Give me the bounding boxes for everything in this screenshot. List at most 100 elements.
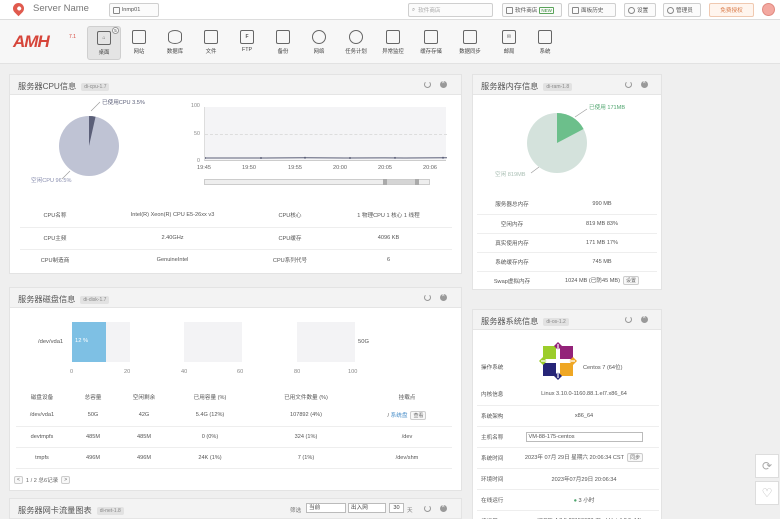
heart-icon[interactable]: ♡ — [755, 481, 779, 505]
net-direction-select[interactable]: 出入网 — [348, 503, 386, 513]
disk-bg-band — [184, 322, 242, 362]
refresh-icon[interactable] — [424, 505, 431, 512]
nav-cron[interactable]: 任务计划 — [338, 26, 374, 60]
nav-desktop[interactable]: 5 ⌂ 桌面 — [87, 26, 121, 60]
disk-total-label: 50G — [358, 339, 369, 345]
cpu-line-chart — [204, 107, 447, 161]
refresh-icon[interactable] — [424, 81, 431, 88]
scroll-handle-left[interactable] — [383, 179, 387, 185]
nav-mail[interactable]: ✉ 邮局 — [492, 26, 526, 60]
search-box[interactable]: ⌕ 软件商店 — [408, 3, 493, 17]
view-disk-button[interactable]: 查看 — [410, 410, 427, 420]
close-icon[interactable] — [440, 80, 447, 88]
cpu-used-leader — [90, 101, 101, 112]
system-icon — [538, 30, 552, 44]
nav-backup[interactable]: 备份 — [266, 26, 300, 60]
cpu-point — [205, 157, 206, 159]
cpu-x-tick-3: 20:00 — [333, 165, 347, 171]
net-panel-title: 服务器网卡流量图表 di-net-1.8 — [18, 504, 124, 516]
pager-next-button[interactable]: > — [61, 476, 71, 484]
database-icon — [168, 30, 182, 44]
disk-bg-band — [297, 322, 355, 362]
check-icon: ● — [573, 497, 577, 504]
time-sync-button[interactable]: 同步 — [627, 453, 644, 462]
mem-free-label: 空闲 819MB — [495, 172, 526, 178]
user-icon — [667, 6, 674, 14]
centos-logo-icon — [539, 342, 577, 380]
host-tab[interactable]: lnmp01 — [109, 3, 159, 17]
refresh-icon[interactable] — [424, 294, 431, 301]
nav-sync[interactable]: 数据同步 — [452, 26, 488, 60]
disk-x-tick-80: 80 — [294, 369, 301, 375]
nav-monitor[interactable]: 异常监控 — [375, 26, 411, 60]
panel-history-button[interactable]: 面板历史 — [568, 3, 616, 17]
avatar[interactable] — [762, 3, 775, 16]
nav-files[interactable]: 文件 — [194, 26, 228, 60]
memory-panel-header: 服务器内存信息 di-ram-1.8 — [473, 75, 661, 95]
notification-badge: 5 — [112, 27, 119, 34]
swap-settings-button[interactable]: 设置 — [623, 276, 640, 286]
cpu-point — [394, 156, 396, 159]
disk-panel-header: 服务器磁盘信息 di-disk-1.7 — [10, 288, 461, 308]
home-icon: ⌂ — [97, 31, 111, 45]
cpu-x-tick-2: 19:55 — [288, 165, 302, 171]
memory-panel: 服务器内存信息di-ram-1.8 已使用 171MB 空闲 819MB 服务器… — [472, 74, 662, 290]
amh-logo: AMH — [13, 32, 50, 51]
scroll-handle-right[interactable] — [415, 179, 419, 185]
net-filter-label: 筛选 — [290, 508, 302, 514]
software-store-button[interactable]: 软件商店 NEW — [502, 3, 562, 17]
search-icon: ⌕ — [412, 6, 416, 13]
hostname-input[interactable]: VM-88-175-centos — [525, 431, 643, 442]
disk-x-tick-40: 40 — [181, 369, 188, 375]
store-icon — [506, 6, 513, 14]
nav-system[interactable]: 系统 — [528, 26, 562, 60]
table-header: 磁盘设备 总容量 空闲剩余 已用容量 (%) 已用文件数量 (%) 挂载点 — [30, 395, 416, 401]
pager-prev-button[interactable]: < — [14, 476, 23, 484]
disk-x-tick-60: 60 — [237, 369, 244, 375]
free-license-button[interactable]: 免费授权 — [709, 3, 754, 17]
close-icon[interactable] — [440, 504, 447, 512]
nav-ftp[interactable]: F FTP — [230, 26, 264, 60]
settings-button[interactable]: 设置 — [624, 3, 656, 17]
cpu-point — [304, 156, 306, 159]
refresh-icon[interactable] — [625, 316, 632, 323]
nav-website[interactable]: 网站 — [122, 26, 156, 60]
close-icon[interactable] — [440, 293, 447, 301]
main-nav: AMH 7.1 5 ⌂ 桌面 网站 数据库 文件 F FTP 备份 网络 任务计划 … — [0, 20, 780, 64]
close-icon[interactable] — [641, 80, 648, 88]
net-period-select[interactable]: 当前 — [306, 503, 346, 513]
cpu-x-tick-0: 19:45 — [197, 165, 211, 171]
close-icon[interactable] — [641, 315, 648, 323]
cpu-x-tick-5: 20:06 — [423, 165, 437, 171]
net-count-unit: 天 — [407, 508, 413, 514]
system-disk-link[interactable]: 系统盘 — [391, 413, 408, 419]
scroll-range — [385, 180, 417, 184]
cpu-chart-scrollbar[interactable] — [204, 179, 430, 185]
os-label: 操作系统 — [481, 365, 504, 371]
cpu-point — [349, 157, 351, 159]
cache-icon — [424, 30, 438, 44]
cpu-used-label: 已使用CPU 3.5% — [102, 100, 145, 106]
nav-cache[interactable]: 缓存存储 — [413, 26, 449, 60]
table-row: Swap虚拟内存 1024 MB (已防45 MB) 设置 — [477, 271, 657, 290]
net-count-input[interactable]: 30 — [389, 503, 404, 513]
table-row: CPU名称 Intel(R) Xeon(R) CPU E5-26xx v3 CP… — [20, 204, 452, 228]
cpu-y-tick-0: 0 — [197, 158, 200, 164]
gear-icon — [628, 6, 635, 14]
sync-icon — [463, 30, 477, 44]
folder-icon — [204, 30, 218, 44]
nav-network[interactable]: 网络 — [302, 26, 336, 60]
admin-button[interactable]: 管理员 — [663, 3, 701, 17]
mail-icon: ✉ — [502, 30, 516, 44]
cpu-panel-header: 服务器CPU信息 di-cpu-1.7 — [10, 75, 461, 95]
cpu-info-table: CPU名称 Intel(R) Xeon(R) CPU E5-26xx v3 CP… — [20, 204, 452, 271]
ftp-icon: F — [240, 30, 254, 44]
cpu-y-tick-50: 50 — [194, 131, 200, 137]
refresh-icon[interactable] — [625, 81, 632, 88]
refresh-float-icon[interactable]: ⟳ — [755, 454, 779, 478]
table-row: tmpfs 496M 496M 24K (1%) 7 (1%) /dev/shm — [16, 447, 452, 469]
memory-panel-title: 服务器内存信息 di-ram-1.8 — [481, 80, 573, 92]
disk-bar-pct: 12 % — [75, 338, 89, 344]
nav-database[interactable]: 数据库 — [158, 26, 192, 60]
system-panel-title: 服务器系统信息 di-os-1.2 — [481, 315, 569, 327]
